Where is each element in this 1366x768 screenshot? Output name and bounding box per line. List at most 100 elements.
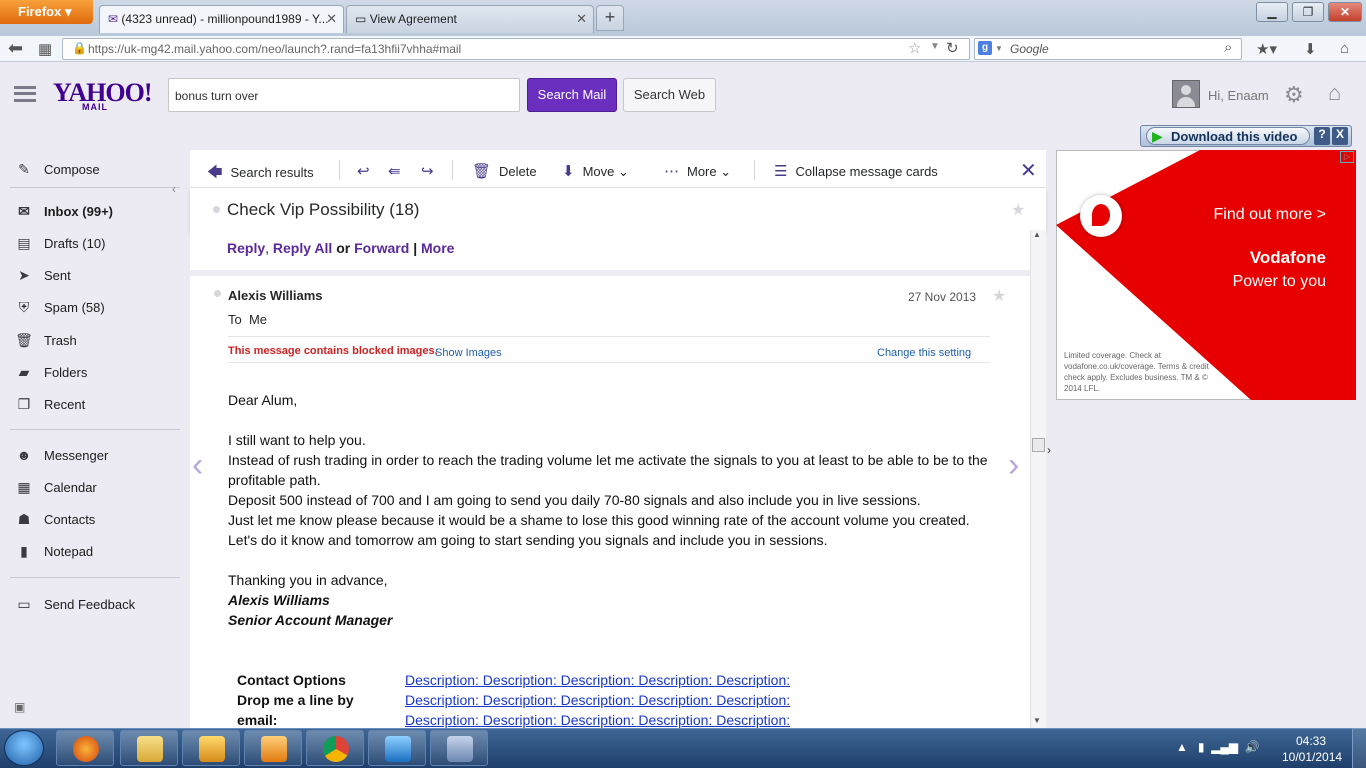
help-button[interactable]: ? xyxy=(1314,127,1330,145)
url-text[interactable]: https://uk-mg42.mail.yahoo.com/neo/launc… xyxy=(88,42,461,56)
menu-icon[interactable] xyxy=(14,86,36,102)
show-images-link[interactable]: Show Images xyxy=(435,347,502,359)
sidebar-item-sent[interactable]: ➤ Sent xyxy=(14,267,71,284)
device-icon[interactable]: ▮ xyxy=(1198,740,1205,754)
list-icon: ☰ xyxy=(774,163,788,180)
taskbar-app-z[interactable] xyxy=(368,730,426,766)
taskbar-firefox[interactable] xyxy=(56,730,114,766)
dropdown-icon[interactable]: ▼ xyxy=(995,44,1003,53)
window-close-button[interactable]: ✕ xyxy=(1328,2,1362,22)
network-icon[interactable]: ▂▄▆ xyxy=(1211,740,1238,754)
sidebar-item-notepad[interactable]: ▮ Notepad xyxy=(14,543,93,560)
sidebar-item-compose[interactable]: ✎ Compose xyxy=(14,161,100,178)
compose-icon: ✎ xyxy=(18,161,30,177)
search-web-button[interactable]: Search Web xyxy=(623,78,716,112)
close-icon[interactable]: ✕ xyxy=(576,11,587,27)
close-icon[interactable]: ✕ xyxy=(1020,158,1037,183)
reply-link[interactable]: Reply xyxy=(227,240,265,256)
sidebar-item-contacts[interactable]: ☗ Contacts xyxy=(14,511,96,528)
expand-ad-icon[interactable]: › xyxy=(1047,443,1051,457)
volume-icon[interactable]: 🔊 xyxy=(1245,740,1260,754)
tab-yahoo-mail[interactable]: ✉ (4323 unread) - millionpound1989 - Y..… xyxy=(99,5,344,33)
sidebar-item-send-feedback[interactable]: ▭ Send Feedback xyxy=(14,596,135,613)
change-setting-link[interactable]: Change this setting xyxy=(877,347,971,359)
firefox-menu-button[interactable]: Firefox ▾ xyxy=(0,0,93,24)
tools-icon xyxy=(199,736,225,762)
description-link[interactable]: Description: Description: Description: D… xyxy=(405,710,790,730)
recipient[interactable]: Me xyxy=(249,312,267,327)
new-tab-button[interactable]: + xyxy=(596,5,624,31)
unread-dot[interactable] xyxy=(213,206,220,213)
gear-icon[interactable]: ⚙ xyxy=(1284,82,1304,108)
scroll-down-icon[interactable]: ▼ xyxy=(1033,716,1041,725)
show-desktop-button[interactable] xyxy=(1352,728,1366,768)
sidebar-item-inbox[interactable]: ✉ Inbox (99+) xyxy=(14,203,113,220)
search-icon[interactable]: ⌕ xyxy=(1224,39,1232,56)
back-icon[interactable]: ⬅ xyxy=(8,38,23,59)
lock-icon: 🔒 xyxy=(72,41,87,55)
taskbar-video-app[interactable] xyxy=(430,730,488,766)
move-button[interactable]: ⬇ Move ⌄ xyxy=(562,162,629,180)
taskbar-media-player[interactable] xyxy=(244,730,302,766)
sidebar-item-recent[interactable]: ❐ Recent xyxy=(14,396,85,413)
bookmark-star-icon[interactable]: ☆ xyxy=(908,39,921,57)
sidebar-item-folders[interactable]: ▰ Folders xyxy=(14,364,88,381)
scrollbar[interactable] xyxy=(1030,230,1046,728)
delete-button[interactable]: 🗑 Delete xyxy=(472,162,537,180)
download-video-button[interactable]: Download this video xyxy=(1146,127,1310,145)
description-link[interactable]: Description: Description: Description: D… xyxy=(405,690,790,710)
signature-name: Alexis Williams xyxy=(228,592,330,608)
more-link[interactable]: More xyxy=(421,240,454,256)
home-icon[interactable]: ⌂ xyxy=(1340,40,1349,57)
sidebar-item-trash[interactable]: 🗑 Trash xyxy=(14,332,77,349)
sidebar-item-spam[interactable]: ⛨ Spam (58) xyxy=(14,299,105,316)
description-link[interactable]: Description: Description: Description: D… xyxy=(405,670,790,690)
taskbar-explorer[interactable] xyxy=(120,730,178,766)
forward-link[interactable]: Forward xyxy=(354,240,409,256)
sender-name[interactable]: Alexis Williams xyxy=(228,288,323,303)
sidebar-item-messenger[interactable]: ☻ Messenger xyxy=(14,447,109,463)
read-dot[interactable] xyxy=(214,290,221,297)
avatar[interactable] xyxy=(1172,80,1200,108)
taskbar-app-tools[interactable] xyxy=(182,730,240,766)
user-greeting[interactable]: Hi, Enaam xyxy=(1208,88,1269,103)
tab-view-agreement[interactable]: ▭ View Agreement ✕ xyxy=(346,5,594,33)
taskbar-chrome[interactable] xyxy=(306,730,364,766)
scroll-thumb[interactable] xyxy=(1032,438,1045,452)
reload-icon[interactable]: ↻ xyxy=(946,39,959,57)
previous-message-icon[interactable]: ‹ xyxy=(192,446,203,485)
chevron-left-icon[interactable]: ‹ xyxy=(172,182,176,196)
more-button[interactable]: ⋯ More ⌄ xyxy=(664,162,731,180)
bookmarks-icon[interactable]: ★▾ xyxy=(1256,40,1277,58)
close-icon[interactable]: ✕ xyxy=(326,11,337,27)
sidebar-item-drafts[interactable]: ▤ Drafts (10) xyxy=(14,235,105,252)
dropdown-icon[interactable]: ▼ xyxy=(930,41,940,52)
signature-title: Senior Account Manager xyxy=(228,612,393,628)
forward-button[interactable]: ↪ xyxy=(421,162,442,180)
mail-search-input[interactable]: bonus turn over xyxy=(168,78,520,112)
history-icon[interactable]: ▦ xyxy=(38,40,52,58)
ad-find-out-more[interactable]: Find out more > xyxy=(1210,206,1327,224)
home-icon[interactable]: ⌂ xyxy=(1328,80,1341,106)
chevron-up-icon[interactable]: ▲ xyxy=(1176,740,1188,754)
reply-all-button[interactable]: ⇚ xyxy=(388,162,409,180)
collapse-message-cards-button[interactable]: ☰ Collapse message cards xyxy=(774,162,938,180)
reply-all-link[interactable]: Reply All xyxy=(273,240,332,256)
next-message-icon[interactable]: › xyxy=(1008,446,1019,485)
maximize-button[interactable]: ❐ xyxy=(1292,2,1324,22)
back-to-search-results-button[interactable]: 🡄 Search results xyxy=(207,162,314,187)
download-icon[interactable]: ⬇ xyxy=(1304,40,1317,58)
close-button[interactable]: X xyxy=(1332,127,1348,145)
reply-button[interactable]: ↩ xyxy=(357,162,378,180)
windows-start-button[interactable] xyxy=(4,730,44,766)
taskbar-clock[interactable]: 04:33 10/01/2014 xyxy=(1282,733,1342,765)
adchoices-icon[interactable]: ▷ xyxy=(1340,151,1354,163)
minimize-button[interactable]: ▁ xyxy=(1256,2,1288,22)
google-icon[interactable]: g xyxy=(978,41,992,55)
star-icon[interactable]: ★ xyxy=(1011,200,1025,220)
image-icon[interactable]: ▣ xyxy=(14,700,25,714)
star-icon[interactable]: ★ xyxy=(992,286,1006,306)
scroll-up-icon[interactable]: ▲ xyxy=(1033,230,1041,239)
sidebar-item-calendar[interactable]: ▦ Calendar xyxy=(14,479,96,496)
search-mail-button[interactable]: Search Mail xyxy=(527,78,617,112)
